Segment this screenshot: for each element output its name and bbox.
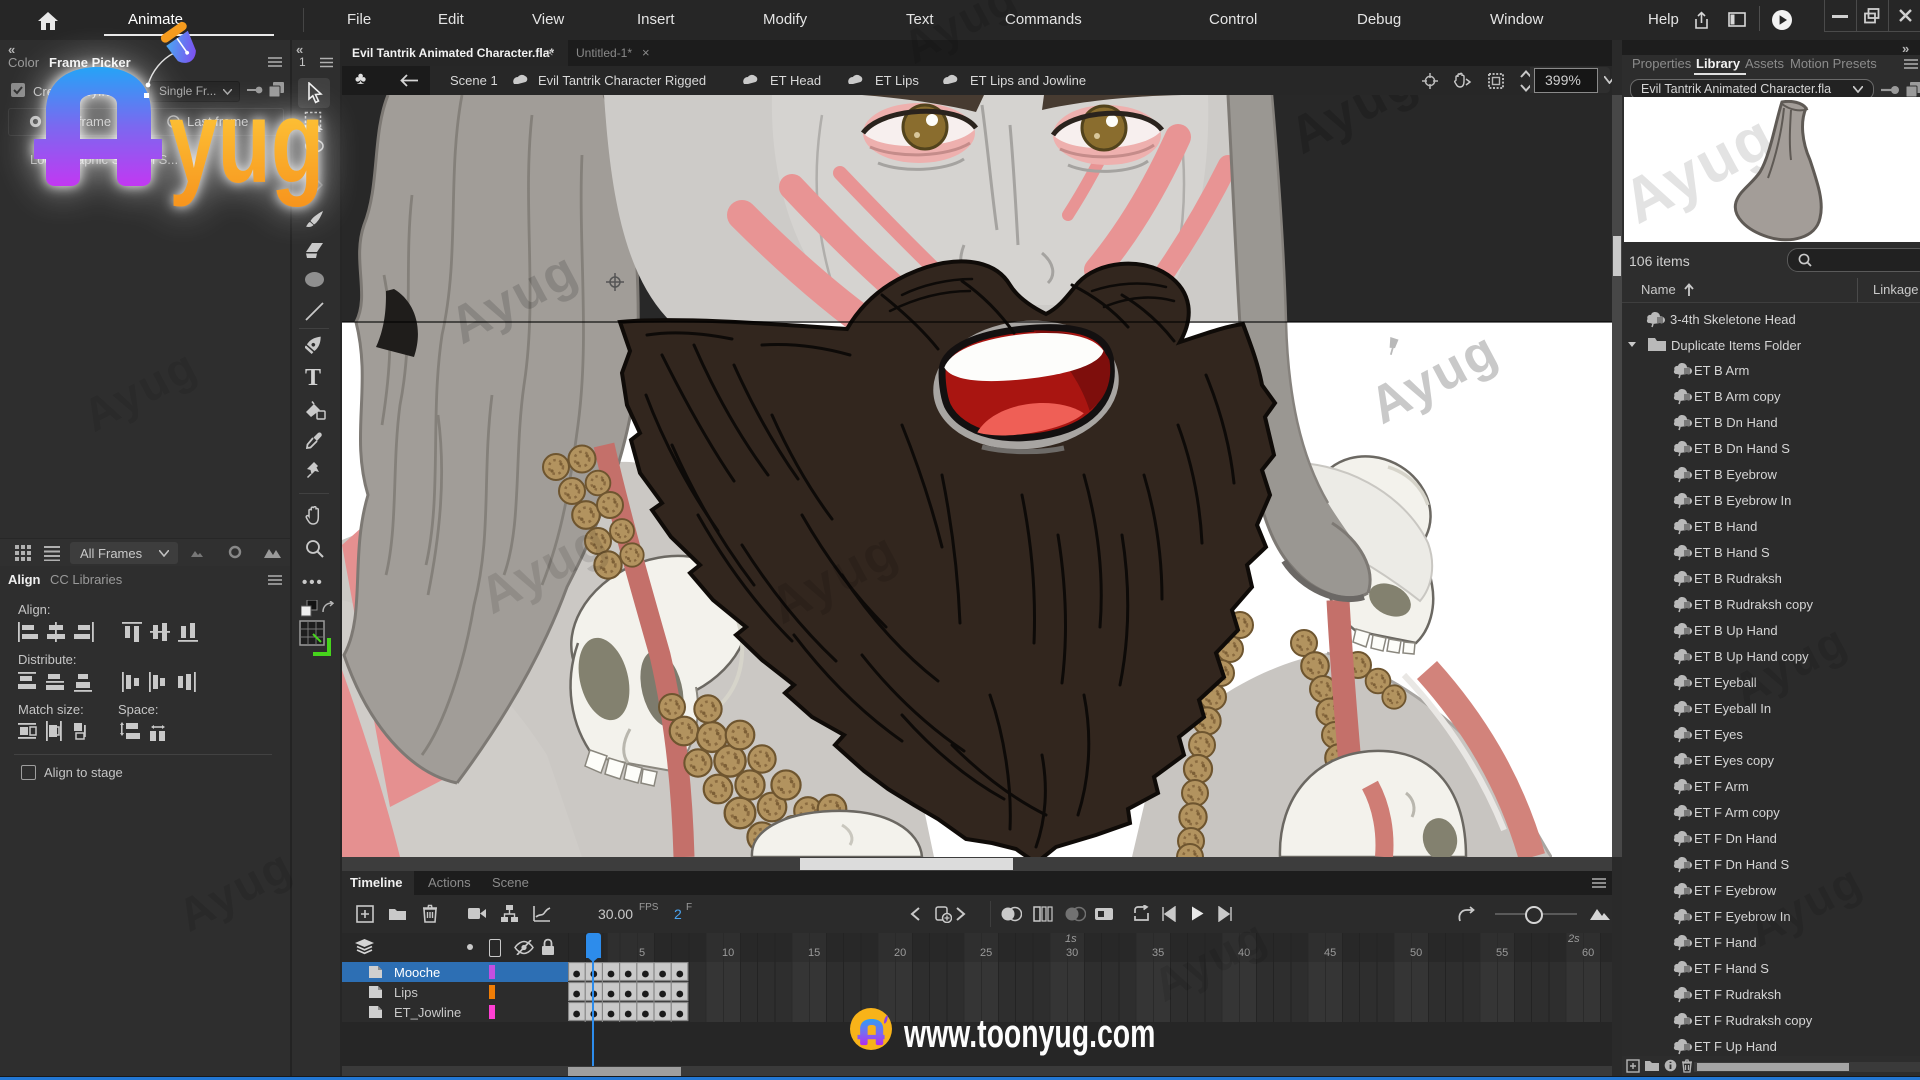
svg-text:ET F Rudraksh copy: ET F Rudraksh copy: [1694, 1013, 1813, 1028]
svg-text:ET B Rudraksh: ET B Rudraksh: [1694, 571, 1782, 586]
svg-text:ET F Eyebrow In: ET F Eyebrow In: [1694, 909, 1791, 924]
svg-text:ET Eyeball: ET Eyeball: [1694, 675, 1757, 690]
svg-text:ET B Dn Hand: ET B Dn Hand: [1694, 415, 1778, 430]
svg-text:ET F Hand S: ET F Hand S: [1694, 961, 1769, 976]
svg-text:ET Eyeball In: ET Eyeball In: [1694, 701, 1771, 716]
svg-text:ET F Eyebrow: ET F Eyebrow: [1694, 883, 1777, 898]
svg-text:ET B Rudraksh copy: ET B Rudraksh copy: [1694, 597, 1813, 612]
svg-text:ET F Up Hand: ET F Up Hand: [1694, 1039, 1777, 1054]
svg-text:ET F Dn Hand S: ET F Dn Hand S: [1694, 857, 1789, 872]
svg-text:ET B Eyebrow In: ET B Eyebrow In: [1694, 493, 1791, 508]
svg-text:3-4th Skeletone Head: 3-4th Skeletone Head: [1670, 312, 1796, 327]
svg-text:ET Eyes copy: ET Eyes copy: [1694, 753, 1774, 768]
svg-text:Duplicate Items Folder: Duplicate Items Folder: [1671, 338, 1802, 353]
svg-text:ET B Dn Hand S: ET B Dn Hand S: [1694, 441, 1790, 456]
svg-text:ET F Hand: ET F Hand: [1694, 935, 1757, 950]
svg-text:ET F Dn Hand: ET F Dn Hand: [1694, 831, 1777, 846]
svg-text:ET B Arm: ET B Arm: [1694, 363, 1749, 378]
svg-text:ET Eyes: ET Eyes: [1694, 727, 1743, 742]
svg-text:ET B Eyebrow: ET B Eyebrow: [1694, 467, 1777, 482]
svg-text:ET F Arm copy: ET F Arm copy: [1694, 805, 1780, 820]
svg-text:ET B Hand S: ET B Hand S: [1694, 545, 1770, 560]
svg-text:ET F Arm: ET F Arm: [1694, 779, 1749, 794]
svg-text:ET B Up Hand copy: ET B Up Hand copy: [1694, 649, 1809, 664]
svg-text:ET B Arm copy: ET B Arm copy: [1694, 389, 1781, 404]
svg-text:ET B Hand: ET B Hand: [1694, 519, 1757, 534]
svg-text:ET B Up Hand: ET B Up Hand: [1694, 623, 1778, 638]
svg-text:Ayug: Ayug: [1280, 95, 1427, 166]
svg-text:ET F Rudraksh: ET F Rudraksh: [1694, 987, 1781, 1002]
